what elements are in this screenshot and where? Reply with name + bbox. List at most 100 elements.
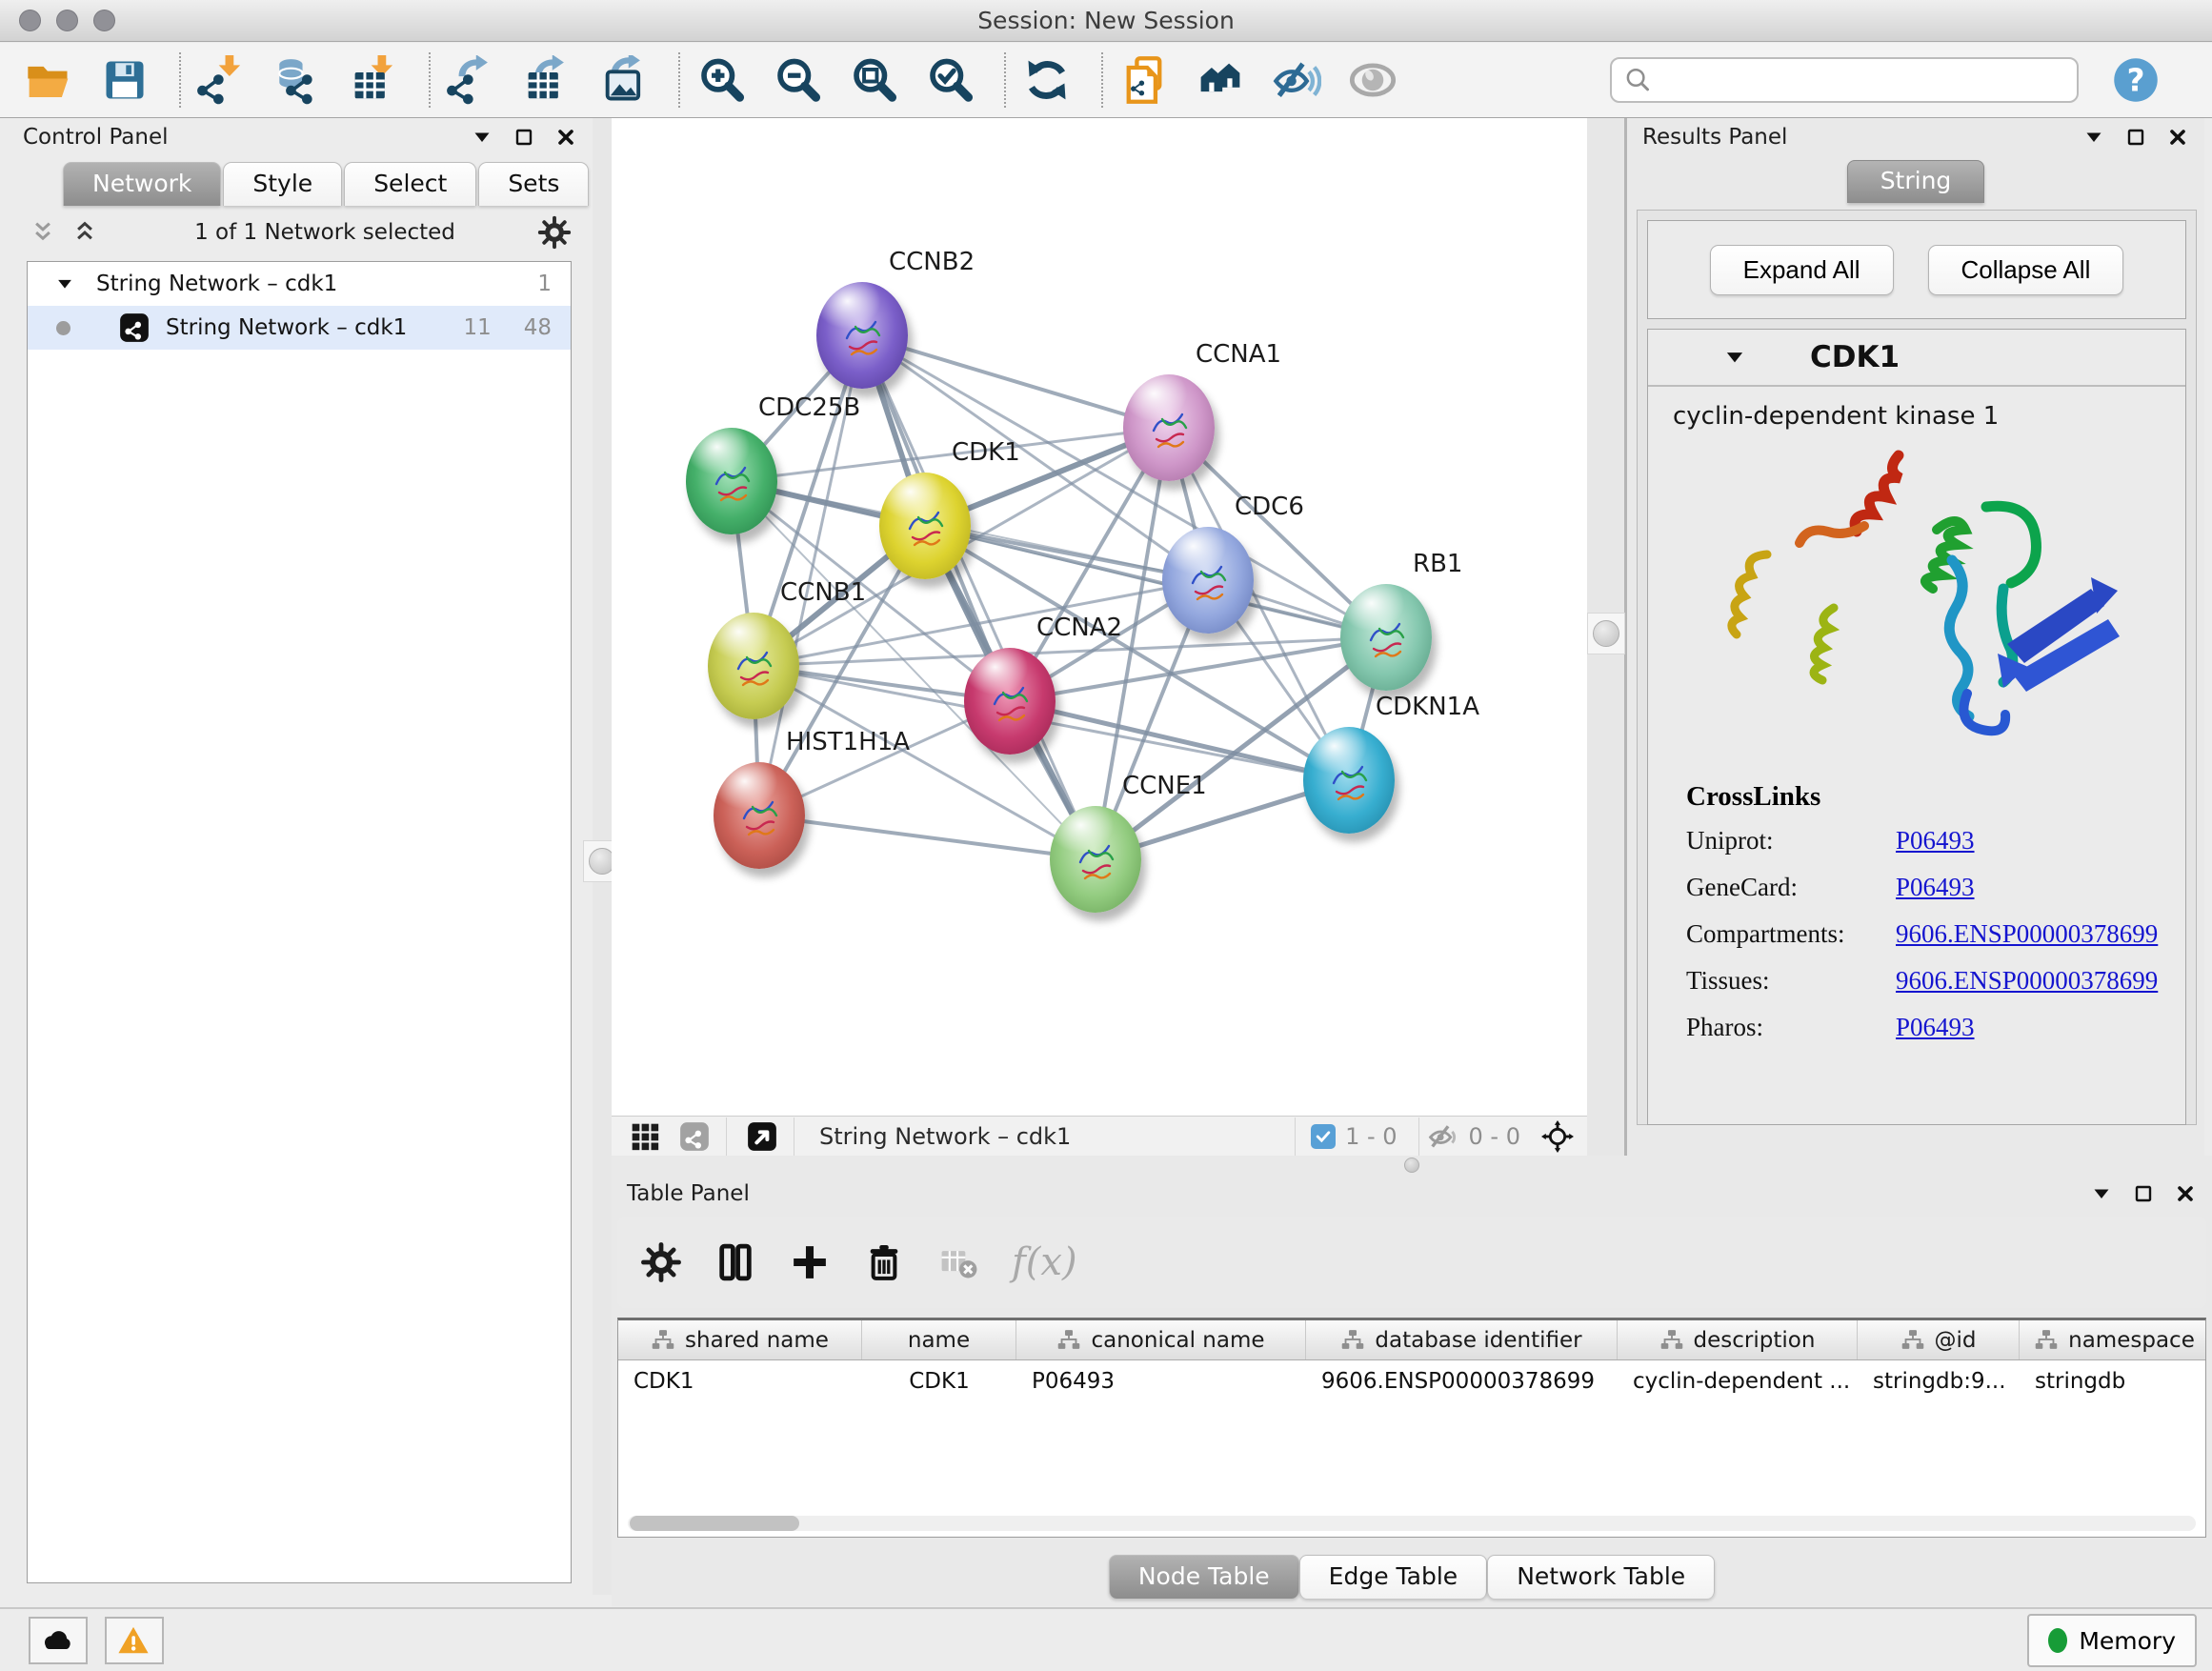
network-node-CCNA2[interactable]	[964, 648, 1056, 755]
collapse-panel-icon[interactable]	[2082, 126, 2105, 149]
table-cell[interactable]: CDK1	[862, 1360, 1016, 1402]
table-row[interactable]: CDK1CDK1P064939606.ENSP00000378699cyclin…	[618, 1360, 2206, 1402]
table-cell[interactable]: stringdb:9...	[1858, 1360, 2020, 1402]
column-header-database-identifier[interactable]: database identifier	[1306, 1320, 1618, 1359]
table-horizontal-scrollbar[interactable]	[628, 1516, 2196, 1531]
table-cell[interactable]: P06493	[1016, 1360, 1306, 1402]
export-table-button[interactable]	[522, 54, 573, 106]
search-field[interactable]	[1610, 57, 2079, 103]
column-header-description[interactable]: description	[1618, 1320, 1858, 1359]
network-node-RB1[interactable]	[1340, 584, 1432, 691]
warnings-button[interactable]	[105, 1617, 164, 1664]
fx-formula-button[interactable]: f(x)	[1012, 1240, 1077, 1284]
show-graphics-details-button[interactable]	[1347, 54, 1398, 106]
network-node-CCNE1[interactable]	[1050, 806, 1141, 913]
share-view-icon[interactable]	[678, 1120, 711, 1153]
export-image-button[interactable]	[598, 54, 650, 106]
refresh-view-button[interactable]	[1021, 54, 1073, 106]
collapse-panel-icon[interactable]	[471, 126, 493, 149]
network-node-CDC6[interactable]	[1162, 527, 1254, 634]
column-header--id[interactable]: @id	[1858, 1320, 2020, 1359]
column-header-namespace[interactable]: namespace	[2020, 1320, 2206, 1359]
export-network-button[interactable]	[446, 54, 497, 106]
scrollbar-thumb[interactable]	[630, 1516, 799, 1531]
memory-button[interactable]: Memory	[2027, 1614, 2197, 1667]
help-button[interactable]: ?	[2111, 55, 2161, 105]
float-panel-icon[interactable]	[2124, 126, 2147, 149]
import-table-button[interactable]	[349, 54, 400, 106]
add-button[interactable]	[789, 1241, 831, 1283]
tab-network-table[interactable]: Network Table	[1487, 1555, 1715, 1599]
section-expand-icon[interactable]	[1722, 345, 1747, 370]
tab-sets[interactable]: Sets	[478, 162, 589, 206]
collapse-all-networks-icon[interactable]	[29, 218, 57, 247]
horizontal-splitter[interactable]	[612, 1156, 2212, 1175]
network-node-HIST1H1A[interactable]	[714, 762, 805, 869]
crosslink-link[interactable]: 9606.ENSP00000378699	[1896, 966, 2158, 996]
tab-style[interactable]: Style	[223, 162, 342, 206]
table-cell[interactable]: stringdb	[2020, 1360, 2206, 1402]
crosslink-link[interactable]: P06493	[1896, 1013, 1975, 1042]
gear-button[interactable]	[640, 1241, 682, 1283]
collection-expand-icon[interactable]	[54, 273, 75, 294]
network-node-CCNB1[interactable]	[708, 613, 799, 719]
network-node-CDC25B[interactable]	[686, 428, 777, 534]
expand-all-button[interactable]: Expand All	[1710, 245, 1894, 295]
trash-button[interactable]	[863, 1241, 905, 1283]
network-node-CCNA1[interactable]	[1123, 374, 1215, 481]
network-canvas[interactable]: CCNB2CCNA1CDC25BCDK1CDC6RB1CCNB1CCNA2CDK…	[612, 118, 1587, 1116]
close-panel-icon[interactable]	[2166, 126, 2189, 149]
cloud-button[interactable]	[29, 1617, 88, 1664]
expand-all-networks-icon[interactable]	[70, 218, 99, 247]
open-session-button[interactable]	[23, 54, 74, 106]
zoom-fit-button[interactable]	[848, 54, 899, 106]
gene-section-header[interactable]: CDK1	[1648, 330, 2185, 387]
table-cell[interactable]: cyclin-dependent ...	[1618, 1360, 1858, 1402]
columns-button[interactable]	[714, 1241, 756, 1283]
network-row[interactable]: String Network – cdk1 11 48	[28, 306, 571, 350]
crosslink-link[interactable]: P06493	[1896, 826, 1975, 856]
first-neighbors-button[interactable]	[1118, 54, 1170, 106]
collapse-all-button[interactable]: Collapse All	[1928, 245, 2124, 295]
home-layout-button[interactable]	[1195, 54, 1246, 106]
network-node-CCNB2[interactable]	[816, 282, 908, 389]
save-session-button[interactable]	[99, 54, 151, 106]
grid-view-icon[interactable]	[629, 1120, 661, 1153]
zoom-in-button[interactable]	[695, 54, 747, 106]
delete-table-button[interactable]	[937, 1241, 979, 1283]
network-edge[interactable]	[759, 815, 1096, 859]
import-network-database-button[interactable]	[272, 54, 324, 106]
close-panel-icon[interactable]	[554, 126, 577, 149]
float-panel-icon[interactable]	[2132, 1182, 2155, 1205]
collapse-panel-icon[interactable]	[2090, 1182, 2113, 1205]
network-collection-row[interactable]: String Network – cdk1 1	[28, 262, 571, 306]
tab-edge-table[interactable]: Edge Table	[1299, 1555, 1488, 1599]
zoom-selected-button[interactable]	[924, 54, 975, 106]
column-header-shared-name[interactable]: shared name	[618, 1320, 862, 1359]
network-edge[interactable]	[862, 335, 1169, 428]
network-edge[interactable]	[862, 335, 1096, 859]
network-options-gear-icon[interactable]	[537, 215, 572, 250]
zoom-out-button[interactable]	[772, 54, 823, 106]
crosslink-link[interactable]: P06493	[1896, 873, 1975, 902]
network-node-CDK1[interactable]	[879, 473, 971, 579]
close-panel-icon[interactable]	[2174, 1182, 2197, 1205]
horizontal-splitter-handle[interactable]	[1404, 1158, 1419, 1173]
fit-crosshair-icon[interactable]	[1541, 1120, 1574, 1153]
detach-view-icon[interactable]	[746, 1120, 778, 1153]
import-network-button[interactable]	[196, 54, 248, 106]
tab-select[interactable]: Select	[344, 162, 476, 206]
float-panel-icon[interactable]	[513, 126, 535, 149]
network-node-CDKN1A[interactable]	[1303, 727, 1395, 834]
table-cell[interactable]: 9606.ENSP00000378699	[1306, 1360, 1618, 1402]
column-header-canonical-name[interactable]: canonical name	[1016, 1320, 1306, 1359]
column-header-name[interactable]: name	[862, 1320, 1016, 1359]
hide-graphics-details-button[interactable]	[1271, 54, 1322, 106]
tab-string[interactable]: String	[1847, 160, 1985, 203]
tab-node-table[interactable]: Node Table	[1109, 1555, 1299, 1599]
right-splitter-handle[interactable]	[1587, 613, 1625, 654]
search-input[interactable]	[1659, 67, 2065, 93]
tab-network[interactable]: Network	[63, 162, 221, 206]
table-cell[interactable]: CDK1	[618, 1360, 862, 1402]
network-edge[interactable]	[1010, 701, 1349, 780]
